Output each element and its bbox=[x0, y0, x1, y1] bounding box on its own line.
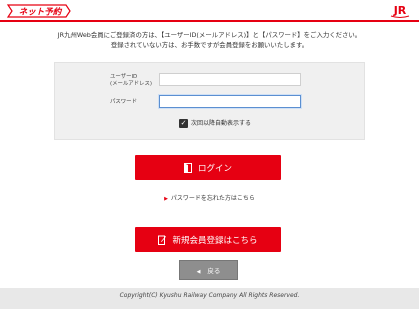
forgot-password-link[interactable]: ▶ パスワードを忘れた方はこちら bbox=[0, 195, 419, 203]
intro-line-2: 登録されていない方は、お手数ですが会員登録をお願いいたします。 bbox=[110, 40, 309, 49]
copyright-text: Copyright(C) Kyushu Railway Company All … bbox=[119, 292, 300, 299]
auto-display-label: 次回以降自動表示する bbox=[191, 120, 252, 127]
register-button[interactable]: 新規会員登録はこちら bbox=[135, 227, 281, 252]
user-id-label-line2: (メールアドレス) bbox=[110, 81, 152, 87]
forgot-password-label: パスワードを忘れた方はこちら bbox=[170, 195, 255, 202]
net-yoyaku-logo: ネット予約 bbox=[6, 4, 71, 18]
back-button[interactable]: ◀ 戻る bbox=[179, 260, 238, 280]
back-button-label: 戻る bbox=[207, 267, 221, 275]
login-button-label: ログイン bbox=[197, 163, 232, 174]
user-id-label: ユーザーID (メールアドレス) bbox=[110, 74, 152, 88]
intro-line-1: JR九州Web会員にご登録済の方は、【ユーザーID(メールアドレス)】と【パスワ… bbox=[57, 31, 362, 39]
login-button[interactable]: ログイン bbox=[135, 155, 281, 180]
net-yoyaku-logo-text: ネット予約 bbox=[19, 7, 63, 18]
register-button-label: 新規会員登録はこちら bbox=[172, 235, 258, 246]
password-input[interactable] bbox=[159, 95, 301, 108]
login-form-panel: ユーザーID (メールアドレス) パスワード ✓ 次回以降自動表示する bbox=[54, 62, 365, 140]
jr-logo-text: JR bbox=[393, 4, 407, 17]
door-enter-icon bbox=[183, 162, 192, 173]
footer: Copyright(C) Kyushu Railway Company All … bbox=[0, 288, 419, 309]
arrow-left-icon: ◀ bbox=[196, 269, 201, 275]
arrow-right-icon: ▶ bbox=[164, 196, 168, 202]
auto-display-checkbox[interactable]: ✓ bbox=[179, 119, 188, 128]
password-label: パスワード bbox=[110, 99, 137, 105]
jr-kyushu-logo: JR bbox=[390, 4, 410, 18]
intro-message: JR九州Web会員にご登録済の方は、【ユーザーID(メールアドレス)】と【パスワ… bbox=[0, 31, 419, 50]
user-id-label-line1: ユーザーID bbox=[110, 74, 138, 80]
checkmark-icon: ✓ bbox=[180, 119, 187, 127]
edit-form-icon bbox=[158, 235, 167, 245]
user-id-input[interactable] bbox=[159, 73, 301, 86]
header: ネット予約 JR bbox=[0, 0, 419, 22]
